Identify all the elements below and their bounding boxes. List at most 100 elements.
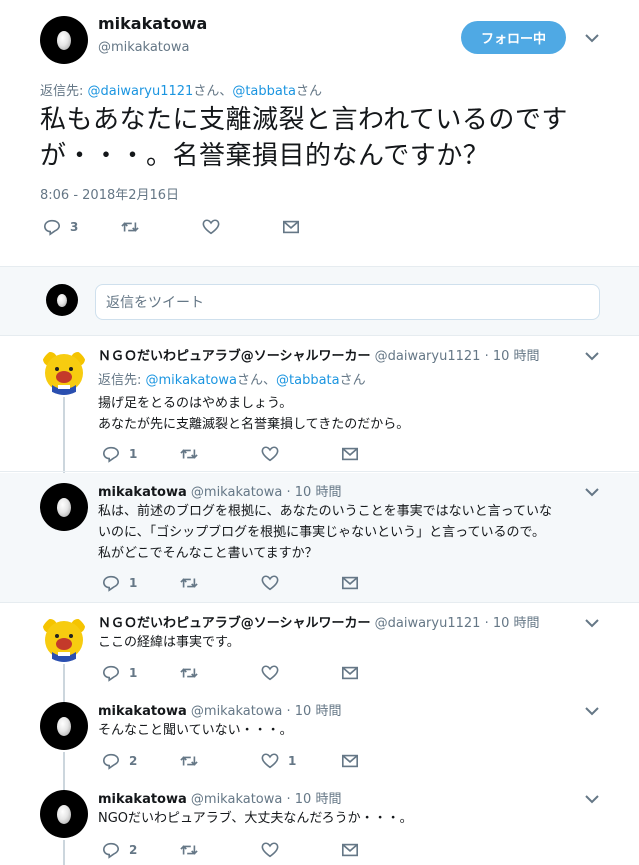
separator: · bbox=[484, 349, 493, 364]
like-icon bbox=[261, 446, 279, 462]
chevron-down-icon[interactable] bbox=[585, 31, 599, 45]
avatar[interactable] bbox=[40, 483, 88, 531]
reply-context: 返信先: @mikakatowaさん、@tabbataさん bbox=[98, 373, 366, 388]
chevron-down-icon[interactable] bbox=[585, 485, 599, 499]
retweet-icon bbox=[180, 449, 198, 459]
like-icon bbox=[261, 575, 279, 591]
dm-icon bbox=[341, 447, 359, 461]
author-handle[interactable]: @daiwaryu1121 bbox=[375, 349, 481, 364]
tweet-time[interactable]: 10 時間 bbox=[295, 792, 342, 807]
retweet-button[interactable] bbox=[180, 445, 198, 463]
like-icon bbox=[202, 219, 220, 235]
mention-link[interactable]: @daiwaryu1121 bbox=[88, 84, 194, 99]
retweet-button[interactable] bbox=[121, 218, 139, 236]
bear-avatar[interactable] bbox=[40, 347, 88, 395]
mention-link[interactable]: @mikakatowa bbox=[146, 373, 237, 388]
author-handle[interactable]: @mikakatowa bbox=[191, 792, 282, 807]
avatar[interactable] bbox=[40, 702, 88, 750]
follow-button[interactable]: フォロー中 bbox=[461, 21, 566, 54]
tweet-text: そんなこと聞いていない・・・。 bbox=[98, 723, 293, 738]
reply-tweet[interactable]: mikakatowa @mikakatowa · 10 時間 そんなこと聞いてい… bbox=[0, 692, 639, 780]
like-button[interactable] bbox=[261, 841, 279, 859]
reply-icon bbox=[43, 219, 61, 236]
retweet-button[interactable] bbox=[180, 841, 198, 859]
reply-button[interactable]: 2 bbox=[102, 752, 137, 770]
reply-icon bbox=[102, 842, 120, 859]
like-button[interactable] bbox=[202, 218, 220, 236]
tweet-header: ＮＧＯだいわピュアラブ@ソーシャルワーカー @daiwaryu1121 · 10… bbox=[98, 345, 540, 364]
tweet-time[interactable]: 10 時間 bbox=[493, 349, 540, 364]
like-icon bbox=[261, 842, 279, 858]
author-name[interactable]: mikakatowa bbox=[98, 792, 187, 807]
mention-link[interactable]: @tabbata bbox=[232, 84, 296, 99]
reply-tweet[interactable]: mikakatowa @mikakatowa · 10 時間 私は、前述のブログ… bbox=[0, 473, 639, 603]
author-name[interactable]: mikakatowa bbox=[98, 485, 187, 500]
dm-icon bbox=[282, 220, 300, 234]
bear-avatar[interactable] bbox=[40, 614, 88, 662]
dm-button[interactable] bbox=[282, 218, 300, 236]
dm-button[interactable] bbox=[341, 664, 359, 682]
dm-icon bbox=[341, 754, 359, 768]
retweet-icon bbox=[180, 845, 198, 855]
reply-button[interactable]: 1 bbox=[102, 445, 137, 463]
tweet-text: 私は、前述のブログを根拠に、あなたのいうことを事実ではないと言っていな いのに、… bbox=[98, 504, 552, 561]
author-name[interactable]: ＮＧＯだいわピュアラブ@ソーシャルワーカー bbox=[98, 616, 370, 631]
reply-button[interactable]: 1 bbox=[102, 664, 137, 682]
author-handle[interactable]: @mikakatowa bbox=[191, 485, 282, 500]
reply-button[interactable]: 3 bbox=[43, 218, 78, 236]
author-handle[interactable]: @mikakatowa bbox=[98, 40, 189, 55]
retweet-icon bbox=[180, 668, 198, 678]
like-button[interactable] bbox=[261, 664, 279, 682]
separator: · bbox=[286, 792, 295, 807]
reply-icon bbox=[102, 575, 120, 592]
reply-count: 2 bbox=[129, 754, 138, 768]
dm-button[interactable] bbox=[341, 841, 359, 859]
reply-count: 1 bbox=[129, 666, 138, 680]
like-count: 1 bbox=[288, 754, 297, 768]
mention-link[interactable]: @tabbata bbox=[276, 373, 340, 388]
dm-icon bbox=[341, 576, 359, 590]
reply-button[interactable]: 1 bbox=[102, 574, 137, 592]
chevron-down-icon[interactable] bbox=[585, 704, 599, 718]
retweet-button[interactable] bbox=[180, 752, 198, 770]
author-name[interactable]: ＮＧＯだいわピュアラブ@ソーシャルワーカー bbox=[98, 349, 370, 364]
reply-icon bbox=[102, 665, 120, 682]
author-handle[interactable]: @mikakatowa bbox=[191, 704, 282, 719]
like-button[interactable] bbox=[261, 445, 279, 463]
dm-button[interactable] bbox=[341, 445, 359, 463]
tweet-text: 揚げ足をとるのはやめましょう。 あなたが先に支離滅裂と名誉棄損してきたのだから。 bbox=[98, 396, 410, 432]
author-name[interactable]: mikakatowa bbox=[98, 14, 207, 33]
like-icon bbox=[261, 753, 279, 769]
dm-button[interactable] bbox=[341, 574, 359, 592]
like-button[interactable]: 1 bbox=[261, 752, 296, 770]
reply-tweet[interactable]: mikakatowa @mikakatowa · 10 時間 NGOだいわピュア… bbox=[0, 780, 639, 865]
retweet-button[interactable] bbox=[180, 664, 198, 682]
retweet-icon bbox=[180, 756, 198, 766]
retweet-icon bbox=[180, 578, 198, 588]
reply-button[interactable]: 2 bbox=[102, 841, 137, 859]
tweet-text: NGOだいわピュアラブ、大丈夫なんだろうか・・・。 bbox=[98, 811, 413, 826]
avatar[interactable] bbox=[40, 790, 88, 838]
separator: · bbox=[286, 485, 295, 500]
reply-count: 1 bbox=[129, 576, 138, 590]
timestamp[interactable]: 8:06 - 2018年2月16日 bbox=[40, 184, 179, 203]
reply-context: 返信先: @daiwaryu1121さん、@tabbataさん bbox=[40, 84, 322, 99]
avatar[interactable] bbox=[40, 16, 88, 64]
chevron-down-icon[interactable] bbox=[585, 792, 599, 806]
main-tweet: mikakatowa @mikakatowa フォロー中 返信先: @daiwa… bbox=[0, 0, 639, 265]
author-handle[interactable]: @daiwaryu1121 bbox=[375, 616, 481, 631]
retweet-button[interactable] bbox=[180, 574, 198, 592]
tweet-time[interactable]: 10 時間 bbox=[493, 616, 540, 631]
tweet-time[interactable]: 10 時間 bbox=[295, 704, 342, 719]
tweet-time[interactable]: 10 時間 bbox=[295, 485, 342, 500]
retweet-icon bbox=[121, 222, 139, 232]
tweet-header: mikakatowa @mikakatowa · 10 時間 bbox=[98, 481, 341, 500]
reply-tweet[interactable]: ＮＧＯだいわピュアラブ@ソーシャルワーカー @daiwaryu1121 · 10… bbox=[0, 337, 639, 472]
reply-tweet[interactable]: ＮＧＯだいわピュアラブ@ソーシャルワーカー @daiwaryu1121 · 10… bbox=[0, 604, 639, 690]
chevron-down-icon[interactable] bbox=[585, 616, 599, 630]
author-name[interactable]: mikakatowa bbox=[98, 704, 187, 719]
dm-button[interactable] bbox=[341, 752, 359, 770]
reply-input[interactable]: 返信をツイート bbox=[95, 284, 600, 320]
like-button[interactable] bbox=[261, 574, 279, 592]
chevron-down-icon[interactable] bbox=[585, 349, 599, 363]
